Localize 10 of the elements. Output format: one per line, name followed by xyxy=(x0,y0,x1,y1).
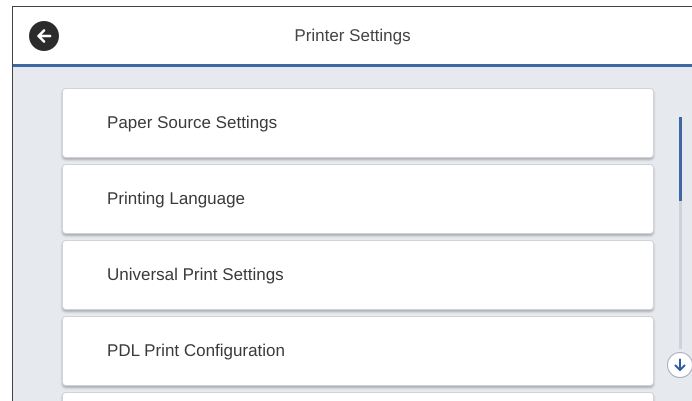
back-button[interactable] xyxy=(29,20,59,50)
scrollbar-thumb[interactable] xyxy=(679,117,682,201)
window-title: Printer Settings xyxy=(293,26,412,46)
menu-item[interactable]: Paper Source Settings xyxy=(62,88,654,158)
menu-item[interactable]: PDL Print Configuration xyxy=(62,316,654,386)
down-arrow-icon xyxy=(673,358,687,372)
scrollbar-track[interactable] xyxy=(679,117,682,349)
menu-item[interactable]: Universal Print Settings xyxy=(62,240,654,310)
menu-item[interactable]: Printing Language xyxy=(62,164,654,234)
scroll-down-button[interactable] xyxy=(667,352,692,378)
